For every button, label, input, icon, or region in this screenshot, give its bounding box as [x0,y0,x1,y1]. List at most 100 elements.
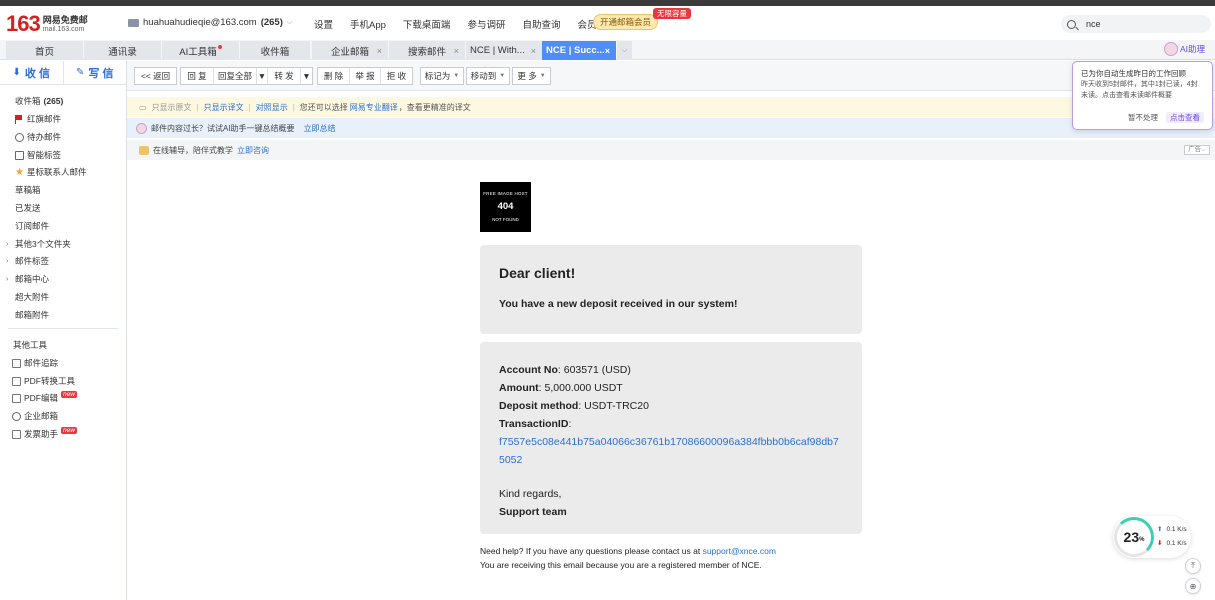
summarize-now-link[interactable]: 立即总结 [304,123,336,134]
popup-view-button[interactable]: 点击查看 [1166,112,1204,123]
tab-overflow-button[interactable]: ⌵ [617,41,632,60]
report-button[interactable]: 举 报 [350,68,381,84]
nav-desktop-download[interactable]: 下载桌面端 [403,17,451,31]
close-icon[interactable]: × [454,46,459,56]
mark-as-dropdown[interactable]: 标记为 ▼ [420,67,464,85]
compare-link[interactable]: 对照显示 [256,102,288,113]
receive-button[interactable]: ⬇ 收 信 [0,61,64,84]
tool-mail-tracking[interactable]: 邮件追踪 [12,357,58,369]
registered-notice: You are receiving this email because you… [480,560,762,570]
ai-avatar-icon [136,122,147,134]
image-404-text: 404 [497,201,514,212]
tab-home[interactable]: 首页 [6,41,83,60]
more-label: 更 多 [517,71,537,81]
arrow-top-icon: ⤒ [1191,561,1195,570]
nav-self-service[interactable]: 自助查询 [522,17,560,31]
ad-link[interactable]: 立即咨询 [237,145,269,156]
sidebar-item-other-folders[interactable]: › 其他3个文件夹 [6,238,71,250]
ai-review-popup: 已为你自动生成昨日的工作回顾 昨天收到5封邮件，其中1封已读，4封未读。点击查看… [1072,61,1213,130]
tab-ai-toolbox[interactable]: AI工具箱 [162,41,239,60]
close-icon[interactable]: × [605,46,610,56]
sidebar-item-subscriptions[interactable]: 订阅邮件 [15,220,49,232]
account-menu[interactable]: huahuahudieqie@163.com (265) ⌵ [128,17,292,28]
move-to-dropdown[interactable]: 移动到 ▼ [466,67,510,85]
tool-label: PDF编辑 [24,393,59,403]
tool-invoice-helper[interactable]: 发票助手 new [12,426,77,440]
sidebar-item-label: 草稿箱 [15,185,41,195]
ai-helper-label: AI助理 [1180,44,1206,54]
tool-enterprise-mail[interactable]: 企业邮箱 [12,410,58,422]
zoom-icon: ⊕ [1189,581,1197,591]
show-original-option[interactable]: 只显示原文 [152,102,192,113]
logo-domain: mail.163.com [42,26,85,33]
search-icon[interactable] [1067,19,1076,29]
sidebar-item-sent[interactable]: 已发送 [15,202,41,214]
sidebar-item-starred[interactable]: ★ 星标联系人邮件 [15,166,87,178]
search-input[interactable] [1086,19,1196,29]
forward-dropdown[interactable]: ▼ [301,68,312,84]
signature: Support team [499,506,567,518]
support-email-link[interactable]: support@xnce.com [703,546,776,556]
sidebar-item-mail-tags[interactable]: › 邮件标签 [6,255,50,267]
tool-label: 企业邮箱 [24,411,59,421]
reply-all-button[interactable]: 回复全部 [214,68,257,84]
reply-group: 回 复 回复全部 ▼ 转 发 ▼ [180,67,313,85]
tab-nce-success[interactable]: NCE | Succ... × [542,41,616,60]
sidebar-item-inbox[interactable]: 收件箱 (265) [15,95,63,107]
close-icon[interactable]: × [531,46,536,56]
zoom-button[interactable]: ⊕ [1185,578,1201,594]
logo[interactable]: 163 网易免费邮 mail.163.com [6,13,88,35]
chevron-down-icon: ▼ [302,71,311,81]
arrow-up-icon: ⬆ [1157,526,1163,533]
translate-hint: 您还可以选择 [299,102,348,112]
sidebar-item-large-attachments[interactable]: 超大附件 [15,291,49,303]
pro-translate-link[interactable]: 网易专业翻译 [350,102,398,113]
scroll-top-button[interactable]: ⤒ [1185,558,1201,574]
vip-button[interactable]: 开通邮箱会员 [593,14,659,30]
transaction-id-link[interactable]: f7557e5c08e441b75a04066c36761b1708660009… [499,433,843,469]
sidebar-item-mail-center[interactable]: › 邮箱中心 [6,273,49,285]
network-monitor-widget[interactable]: 23% ⬆ 0.1 K/s ⬇ 0.1 K/s [1113,516,1191,558]
show-translation-link[interactable]: 只显示译文 [204,102,244,113]
percent-value: 23 [1123,529,1140,545]
ad-tag[interactable]: 广告⌵ [1184,145,1210,155]
nav-survey[interactable]: 参与调研 [467,17,505,31]
reply-button[interactable]: 回 复 [181,68,214,84]
reply-more-dropdown[interactable]: ▼ [257,68,268,84]
tab-nce-with[interactable]: NCE | With... × [466,41,542,60]
forward-button[interactable]: 转 发 [268,68,301,84]
sidebar-item-todo[interactable]: 待办邮件 [15,131,61,143]
tab-contacts[interactable]: 通讯录 [84,41,161,60]
ad-text: 在线辅导，陪伴式教学 [153,145,233,155]
popup-skip-button[interactable]: 暂不处理 [1128,112,1158,123]
ai-helper-button[interactable]: AI助理 [1164,41,1205,57]
tab-bar: 首页 通讯录 AI工具箱 收件箱 企业邮箱 × 搜索邮件 × NCE | With.… [0,40,1215,60]
tool-pdf-convert[interactable]: PDF转换工具 [12,375,75,387]
tag-icon [15,150,24,160]
translate-hint-2: ，查看更精准的译文 [398,102,471,112]
vip-badge: 无限容量 [653,8,691,19]
sidebar-item-drafts[interactable]: 草稿箱 [15,184,41,196]
sidebar-item-flagged[interactable]: 红旗邮件 [15,113,61,125]
tab-label: 企业邮箱 [330,46,369,58]
sidebar-item-smart-tags[interactable]: 智能标签 [15,149,61,161]
tool-pdf-edit[interactable]: PDF编辑 new [12,390,77,404]
arrow-down-icon: ⬇ [1157,540,1163,547]
write-button[interactable]: ✎ 写 信 [64,61,127,84]
close-icon[interactable]: × [377,46,382,56]
tab-label: 收件箱 [260,46,290,58]
inbox-label: 收件箱 [15,96,41,106]
receive-label: 收 信 [24,67,50,80]
tab-enterprise-mail[interactable]: 企业邮箱 × [312,41,388,60]
tab-search-mail[interactable]: 搜索邮件 × [389,41,465,60]
nav-mobile-app[interactable]: 手机App [350,17,386,31]
sidebar-item-label: 订阅邮件 [15,221,50,231]
nav-settings[interactable]: 设置 [314,17,333,31]
sidebar-item-label: 邮件标签 [15,256,50,266]
reject-button[interactable]: 拒 收 [381,68,412,84]
more-dropdown[interactable]: 更 多 ▼ [512,67,551,85]
tab-inbox[interactable]: 收件箱 [240,41,310,60]
sidebar-item-attachments[interactable]: 邮箱附件 [15,309,49,321]
back-button[interactable]: << 返回 [134,67,177,85]
delete-button[interactable]: 删 除 [318,68,350,84]
